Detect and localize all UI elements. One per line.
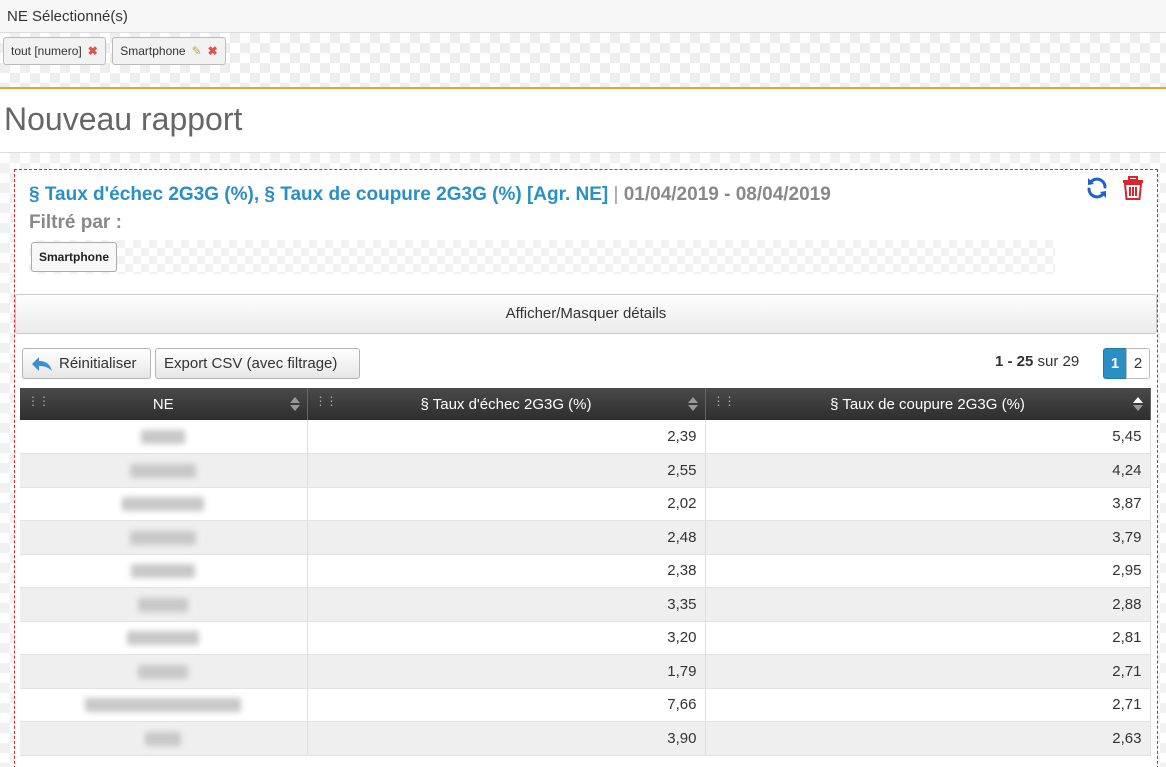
redacted-text: [131, 564, 196, 579]
report-title: § Taux d'échec 2G3G (%), § Taux de coupu…: [29, 184, 831, 206]
results-table: ⋮⋮ NE ⋮⋮ § Taux d'échec 2G3G (%) ⋮⋮ § Ta…: [20, 388, 1151, 756]
ne-cell-redacted: [20, 453, 308, 488]
ne-chip-all-numero[interactable]: tout [numero] ✖: [3, 37, 106, 65]
ne-selection-panel: NE Sélectionné(s) tout [numero] ✖ Smartp…: [0, 0, 1166, 89]
sort-icon[interactable]: [1132, 396, 1144, 412]
pager-info: 1 - 25 sur 29: [995, 353, 1079, 370]
ne-cell-redacted: [20, 587, 308, 622]
redacted-text: [130, 530, 197, 545]
export-csv-button[interactable]: Export CSV (avec filtrage): [155, 348, 360, 379]
toggle-details-button[interactable]: Afficher/Masquer détails: [15, 294, 1157, 334]
fail-rate-cell: 2,55: [307, 453, 706, 488]
drop-rate-cell: 5,45: [705, 420, 1151, 454]
table-row[interactable]: 3,20 2,81: [20, 621, 1151, 655]
drop-rate-cell: 3,87: [705, 487, 1151, 521]
column-header-label: § Taux d'échec 2G3G (%): [420, 395, 592, 413]
edit-pencil-icon[interactable]: ✎: [192, 44, 202, 58]
table-row[interactable]: 7,66 2,71: [20, 688, 1151, 722]
drop-rate-cell: 2,88: [705, 587, 1151, 622]
ne-cell-redacted: [20, 621, 308, 655]
redacted-text: [130, 463, 197, 478]
column-header-label: § Taux de coupure 2G3G (%): [830, 395, 1025, 413]
page-title: Nouveau rapport: [4, 101, 243, 137]
report-panel: § Taux d'échec 2G3G (%), § Taux de coupu…: [14, 169, 1158, 767]
ne-cell-redacted: [20, 654, 308, 689]
filter-chip-smartphone[interactable]: Smartphone: [31, 242, 118, 272]
trash-icon[interactable]: [1122, 176, 1144, 200]
page-button-1[interactable]: 1: [1103, 348, 1127, 379]
ne-chip-list: tout [numero] ✖ Smartphone ✎ ✖: [0, 33, 1166, 87]
table-row[interactable]: 2,48 3,79: [20, 520, 1151, 555]
drop-rate-cell: 2,63: [705, 721, 1151, 756]
drop-rate-cell: 2,81: [705, 621, 1151, 655]
redacted-text: [138, 664, 189, 679]
fail-rate-cell: 7,66: [307, 688, 706, 722]
fail-rate-cell: 3,35: [307, 587, 706, 622]
ne-cell-redacted: [20, 487, 308, 521]
title-separator: |: [613, 184, 619, 205]
pager-of-word: sur: [1037, 353, 1059, 370]
remove-icon[interactable]: ✖: [88, 44, 98, 58]
redacted-text: [85, 698, 242, 713]
fail-rate-cell: 2,48: [307, 520, 706, 555]
drop-rate-cell: 4,24: [705, 453, 1151, 488]
ne-cell-redacted: [20, 420, 308, 454]
drop-rate-cell: 3,79: [705, 520, 1151, 555]
column-header-fail-rate[interactable]: ⋮⋮ § Taux d'échec 2G3G (%): [307, 388, 706, 420]
column-header-drop-rate[interactable]: ⋮⋮ § Taux de coupure 2G3G (%): [705, 388, 1151, 420]
reset-button[interactable]: Réinitialiser: [22, 348, 151, 379]
table-row[interactable]: 3,35 2,88: [20, 587, 1151, 622]
refresh-icon[interactable]: [1085, 176, 1109, 200]
table-row[interactable]: 3,90 2,63: [20, 721, 1151, 756]
table-row[interactable]: 1,79 2,71: [20, 654, 1151, 689]
ne-chip-label: Smartphone: [120, 44, 186, 58]
page-button-2[interactable]: 2: [1126, 348, 1150, 379]
table-row[interactable]: 2,39 5,45: [20, 420, 1151, 454]
redacted-text: [141, 430, 186, 445]
ne-chip-smartphone[interactable]: Smartphone ✎ ✖: [112, 37, 226, 65]
ne-cell-redacted: [20, 688, 308, 722]
report-kpi-title: § Taux d'échec 2G3G (%), § Taux de coupu…: [29, 184, 609, 205]
pager-range: 1 - 25: [995, 353, 1034, 370]
table-row[interactable]: 2,55 4,24: [20, 453, 1151, 488]
undo-arrow-icon: [32, 356, 52, 371]
ne-cell-redacted: [20, 554, 308, 588]
filter-area: Smartphone: [29, 240, 1055, 274]
drag-grip-icon[interactable]: ⋮⋮: [713, 394, 736, 408]
redacted-text: [122, 497, 205, 512]
fail-rate-cell: 2,39: [307, 420, 706, 454]
sort-icon[interactable]: [289, 396, 301, 412]
table-row[interactable]: 2,38 2,95: [20, 554, 1151, 588]
fail-rate-cell: 2,38: [307, 554, 706, 588]
report-date-range: 01/04/2019 - 08/04/2019: [623, 184, 831, 205]
ne-cell-redacted: [20, 520, 308, 555]
reset-button-label: Réinitialiser: [59, 355, 137, 372]
fail-rate-cell: 3,90: [307, 721, 706, 756]
fail-rate-cell: 3,20: [307, 621, 706, 655]
drag-grip-icon[interactable]: ⋮⋮: [315, 394, 338, 408]
redacted-text: [138, 597, 189, 612]
ne-cell-redacted: [20, 721, 308, 756]
drag-grip-icon[interactable]: ⋮⋮: [27, 394, 50, 408]
ne-panel-title: NE Sélectionné(s): [0, 0, 1166, 33]
pager-total: 29: [1062, 353, 1080, 370]
column-header-label: NE: [152, 395, 174, 413]
sort-icon[interactable]: [687, 396, 699, 412]
drop-rate-cell: 2,71: [705, 688, 1151, 722]
fail-rate-cell: 1,79: [307, 654, 706, 689]
drop-rate-cell: 2,71: [705, 654, 1151, 689]
fail-rate-cell: 2,02: [307, 487, 706, 521]
ne-chip-label: tout [numero]: [11, 44, 82, 58]
table-row[interactable]: 2,02 3,87: [20, 487, 1151, 521]
filter-label: Filtré par :: [29, 212, 122, 233]
redacted-text: [127, 631, 200, 646]
remove-icon[interactable]: ✖: [208, 44, 218, 58]
column-header-ne[interactable]: ⋮⋮ NE: [20, 388, 308, 420]
drop-rate-cell: 2,95: [705, 554, 1151, 588]
redacted-text: [145, 731, 182, 746]
